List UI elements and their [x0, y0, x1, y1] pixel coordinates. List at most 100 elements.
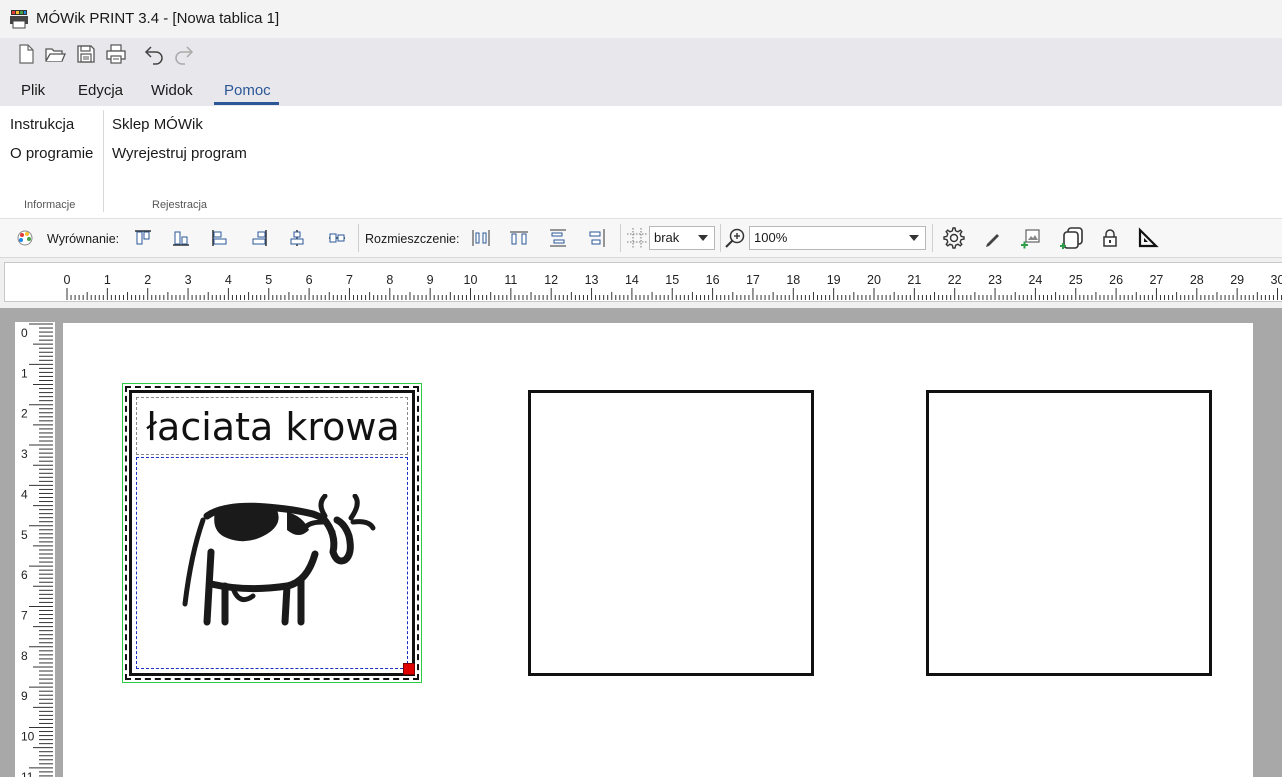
distribute-vertical-icon[interactable] — [547, 227, 569, 249]
app-logo-icon — [10, 10, 28, 29]
caption-frame[interactable]: łaciata krowa — [136, 397, 408, 455]
ruler-label: 0 — [64, 273, 71, 287]
ruler-label: 19 — [827, 273, 841, 287]
distribute-label: Rozmieszczenie: — [365, 232, 460, 246]
tab-plik[interactable]: Plik — [21, 82, 45, 104]
ruler-label: 29 — [1230, 273, 1244, 287]
ruler-label: 2 — [144, 273, 151, 287]
add-card-icon[interactable] — [1060, 226, 1084, 250]
ruler-label: 22 — [948, 273, 962, 287]
ruler-label: 16 — [706, 273, 720, 287]
new-document-icon[interactable] — [14, 42, 38, 66]
toolbar-separator — [932, 224, 933, 252]
tab-pomoc[interactable]: Pomoc — [224, 82, 271, 104]
ruler-label: 24 — [1028, 273, 1042, 287]
align-center-vertical-icon[interactable] — [326, 227, 348, 249]
ruler-label: 11 — [504, 273, 517, 287]
ruler-label: 7 — [21, 608, 28, 622]
align-top-icon[interactable] — [132, 227, 154, 249]
ruler-label: 2 — [21, 407, 28, 421]
color-palette-icon[interactable] — [14, 227, 36, 249]
card-3[interactable] — [926, 390, 1212, 676]
ruler-label: 23 — [988, 273, 1002, 287]
resize-handle[interactable] — [403, 663, 415, 675]
align-bottom-icon[interactable] — [170, 227, 192, 249]
card-caption: łaciata krowa — [146, 405, 400, 449]
ruler-label: 11 — [21, 770, 34, 777]
toolbar-separator — [358, 224, 359, 252]
ruler-label: 18 — [786, 273, 800, 287]
ruler-label: 30 — [1271, 273, 1282, 287]
print-icon[interactable] — [104, 42, 128, 66]
settings-gear-icon[interactable] — [942, 226, 966, 250]
ruler-label: 6 — [306, 273, 313, 287]
pencil-icon[interactable] — [982, 227, 1004, 249]
ribbon-group-divider — [103, 110, 104, 212]
ruler-label: 1 — [21, 366, 28, 380]
ruler-label: 5 — [265, 273, 272, 287]
grid-icon — [627, 228, 647, 248]
distribute-centers-icon[interactable] — [508, 227, 530, 249]
ruler-label: 6 — [21, 568, 28, 582]
zoom-in-icon[interactable] — [724, 227, 746, 249]
tab-widok[interactable]: Widok — [151, 82, 193, 104]
window-title: MÓWik PRINT 3.4 - [Nowa tablica 1] — [36, 10, 280, 27]
ruler-label: 5 — [21, 528, 28, 542]
grid-select[interactable]: brak — [649, 226, 715, 250]
ruler-label: 10 — [464, 273, 478, 287]
ruler-label: 8 — [386, 273, 393, 287]
ruler-label: 7 — [346, 273, 353, 287]
zoom-select-value: 100% — [754, 230, 788, 245]
open-folder-icon[interactable] — [43, 42, 67, 66]
grid-select-value: brak — [654, 230, 680, 245]
ruler-label: 3 — [21, 447, 28, 461]
zoom-select[interactable]: 100% — [749, 226, 926, 250]
toolbar-separator — [620, 224, 621, 252]
ruler-label: 27 — [1149, 273, 1163, 287]
align-label: Wyrównanie: — [47, 232, 120, 246]
align-center-horizontal-icon[interactable] — [286, 227, 308, 249]
undo-icon[interactable] — [142, 42, 166, 66]
card-1[interactable]: łaciata krowa — [129, 390, 415, 676]
ribbon-group-label-informacje: Informacje — [24, 199, 76, 211]
ruler-label: 10 — [21, 730, 35, 744]
ruler-label: 9 — [427, 273, 434, 287]
ribbon-group-label-rejestracja: Rejestracja — [152, 199, 208, 211]
card-2[interactable] — [528, 390, 814, 676]
chevron-down-icon — [698, 235, 708, 241]
lock-icon[interactable] — [1099, 227, 1121, 249]
redo-icon[interactable] — [172, 42, 196, 66]
ruler-label: 21 — [907, 273, 921, 287]
vertical-ruler: 0 1 2 3 4 5 6 7 8 9 10 11 — [15, 322, 55, 777]
set-square-icon[interactable] — [1137, 227, 1159, 249]
sklep-mowik-button[interactable]: Sklep MÓWik — [112, 116, 203, 133]
ruler-label: 4 — [21, 487, 28, 501]
cow-pictogram — [182, 494, 376, 626]
distribute-horizontal-icon[interactable] — [470, 227, 492, 249]
toolbar-separator — [720, 224, 721, 252]
horizontal-ruler: 0 1 2 3 4 5 6 7 8 9 10 11 12 13 14 15 16 17 18 19 20 21 22 23 24… — [4, 262, 1282, 302]
ruler-label: 3 — [185, 273, 192, 287]
chevron-down-icon — [909, 235, 919, 241]
ruler-label: 26 — [1109, 273, 1123, 287]
add-image-icon[interactable] — [1020, 227, 1042, 249]
ruler-label: 14 — [625, 273, 639, 287]
o-programie-button[interactable]: O programie — [10, 145, 93, 162]
save-icon[interactable] — [74, 42, 98, 66]
ruler-label: 15 — [665, 273, 679, 287]
active-tab-indicator — [214, 102, 279, 105]
distribute-middles-icon[interactable] — [586, 227, 608, 249]
instrukcja-button[interactable]: Instrukcja — [10, 116, 74, 133]
ruler-label: 1 — [104, 273, 111, 287]
wyrejestruj-program-button[interactable]: Wyrejestruj program — [112, 145, 247, 162]
ruler-label: 4 — [225, 273, 232, 287]
ruler-label: 9 — [21, 689, 28, 703]
image-frame[interactable] — [136, 457, 408, 669]
ruler-label: 13 — [585, 273, 599, 287]
align-right-icon[interactable] — [248, 227, 270, 249]
ruler-label: 12 — [544, 273, 558, 287]
ruler-label: 28 — [1190, 273, 1204, 287]
ruler-label: 17 — [746, 273, 760, 287]
tab-edycja[interactable]: Edycja — [78, 82, 123, 104]
align-left-icon[interactable] — [209, 227, 231, 249]
